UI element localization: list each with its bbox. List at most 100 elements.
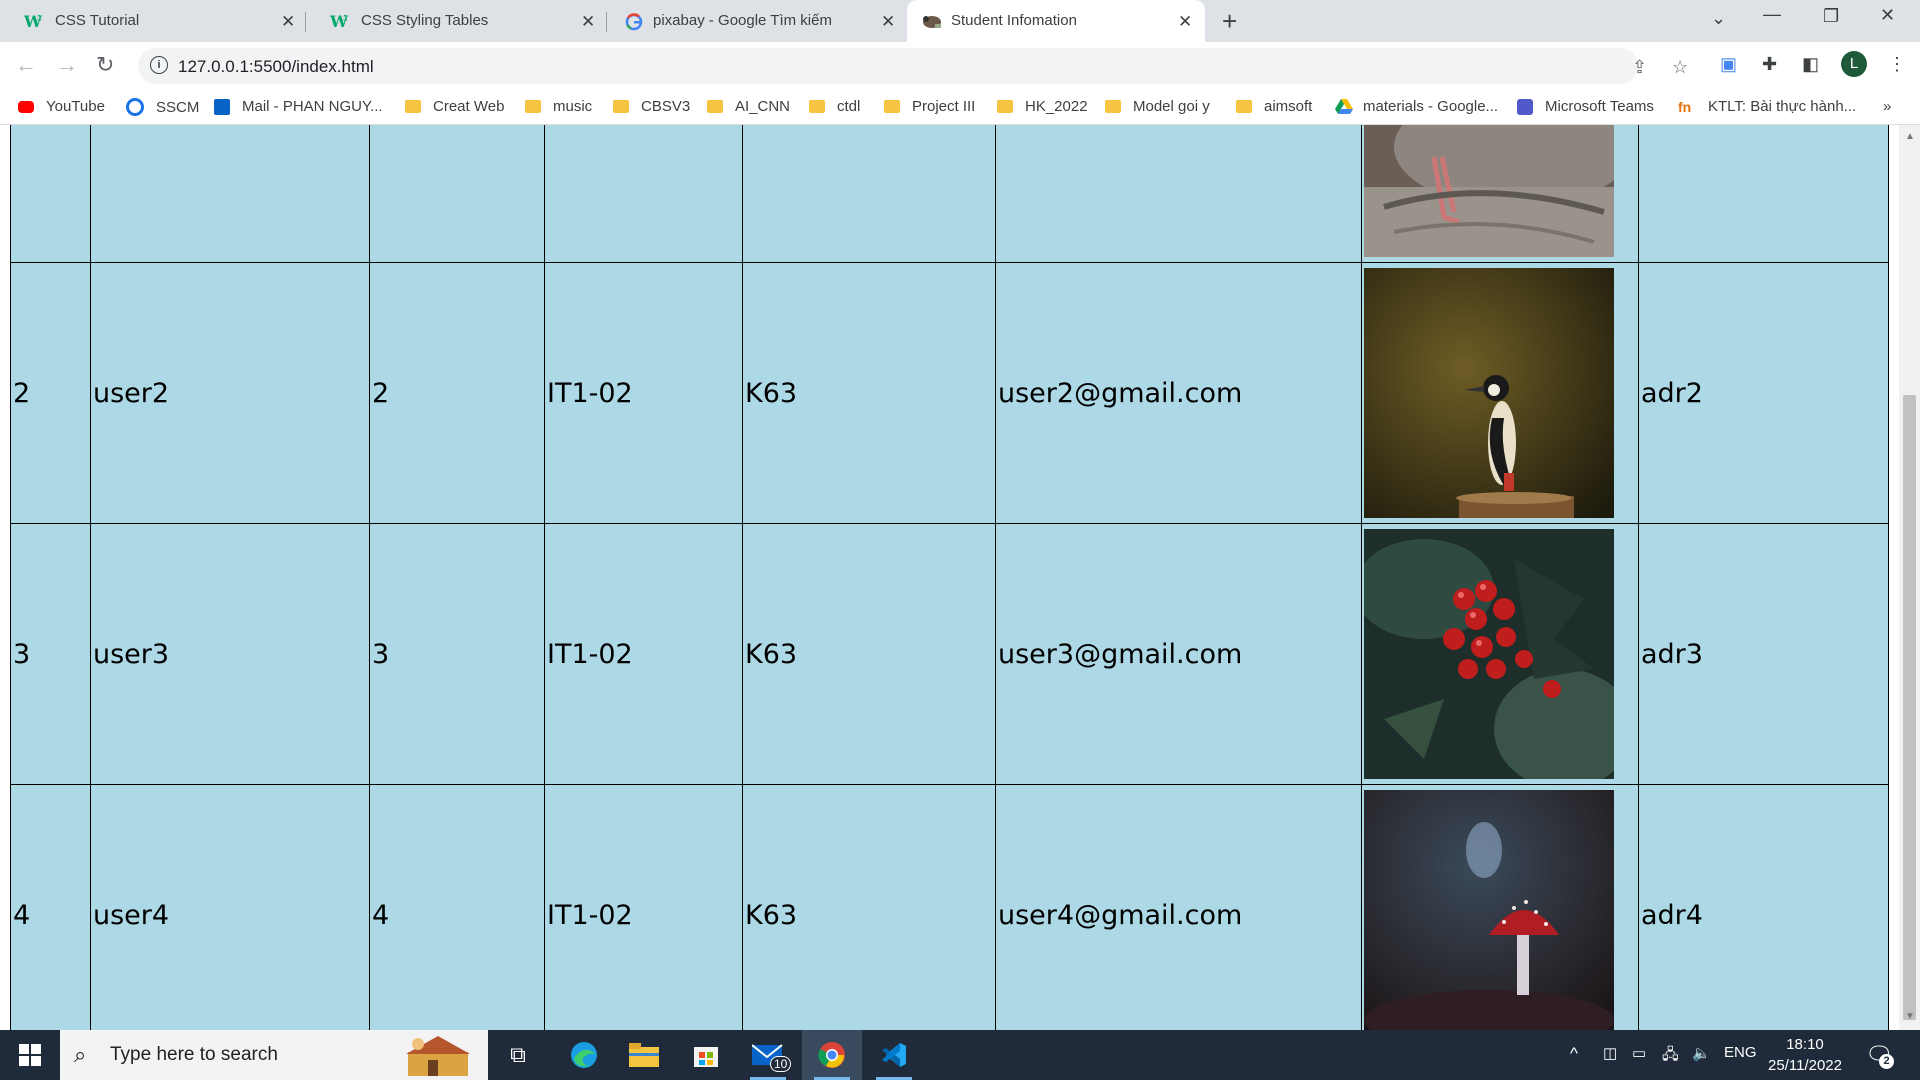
- bookmark-label: YouTube: [46, 98, 105, 115]
- woodpecker-photo: [1364, 268, 1614, 518]
- new-tab-button[interactable]: +: [1222, 6, 1237, 37]
- tab-css-tutorial[interactable]: W3 CSS Tutorial ✕: [0, 0, 305, 42]
- bookmark-sscm[interactable]: SSCM: [126, 98, 199, 116]
- minimize-icon[interactable]: —: [1763, 4, 1781, 25]
- table-row: [10, 125, 1889, 263]
- star-icon[interactable]: ☆: [1672, 57, 1688, 78]
- bookmark-label: Mail - PHAN NGUY...: [242, 98, 383, 115]
- table-row: 3 user3 3 IT1-02 K63 user3@gmail.com adr…: [10, 523, 1889, 785]
- bookmark-label: aimsoft: [1264, 98, 1313, 115]
- bookmark-materials[interactable]: materials - Google...: [1335, 98, 1498, 115]
- close-icon[interactable]: ✕: [581, 12, 595, 32]
- cell-class: IT1-02: [544, 262, 743, 524]
- scroll-up-arrow-icon[interactable]: ▲: [1905, 131, 1915, 142]
- volume-icon[interactable]: 🔈: [1692, 1044, 1711, 1062]
- bookmark-label: Model goi y: [1133, 98, 1210, 115]
- store-icon: [694, 1047, 718, 1067]
- meet-now-icon[interactable]: ◫: [1603, 1044, 1617, 1062]
- folder-icon: [1236, 100, 1252, 113]
- back-icon[interactable]: ←: [15, 52, 37, 78]
- bookmark-music[interactable]: music: [525, 98, 592, 115]
- tab-title: CSS Tutorial: [55, 12, 140, 29]
- close-icon[interactable]: ✕: [881, 12, 895, 32]
- bookmark-label: ctdl: [837, 98, 861, 115]
- folder-icon: [884, 100, 900, 113]
- chrome-app[interactable]: [802, 1030, 862, 1080]
- file-explorer-app[interactable]: [614, 1030, 674, 1080]
- notifications-button[interactable]: 🗨 2: [1865, 1042, 1894, 1069]
- url-text[interactable]: 127.0.0.1:5500/index.html: [178, 57, 374, 77]
- cell-email: user3@gmail.com: [995, 523, 1362, 785]
- tab-title: Student Infomation: [951, 12, 1077, 29]
- info-icon[interactable]: i: [150, 56, 168, 74]
- forward-icon[interactable]: →: [56, 52, 78, 78]
- tab-css-styling-tables[interactable]: W3 CSS Styling Tables ✕: [306, 0, 604, 42]
- w3schools-icon: W3: [329, 12, 349, 31]
- vscode-app[interactable]: [864, 1030, 924, 1080]
- table-row: 4 user4 4 IT1-02 K63 user4@gmail.com adr…: [10, 784, 1889, 1030]
- share-icon[interactable]: ⇪: [1632, 57, 1647, 78]
- bookmark-hk-2022[interactable]: HK_2022: [997, 98, 1088, 115]
- page-viewport: 2 user2 2 IT1-02 K63 user2@gmail.com adr…: [0, 125, 1899, 1030]
- cell-address: adr4: [1638, 784, 1889, 1030]
- restore-icon[interactable]: ❐: [1823, 6, 1839, 27]
- menu-icon[interactable]: ⋮: [1888, 54, 1906, 75]
- more-bookmarks-button[interactable]: »: [1883, 98, 1891, 115]
- bookmark-ai-cnn[interactable]: AI_CNN: [707, 98, 790, 115]
- bookmark-cbsv3[interactable]: CBSV3: [613, 98, 690, 115]
- cell-name: [90, 125, 370, 263]
- extensions-icon[interactable]: ✚: [1762, 54, 1777, 75]
- edge-app[interactable]: [554, 1030, 614, 1080]
- bookmark-ktlt[interactable]: fn KTLT: Bài thực hành...: [1678, 98, 1856, 115]
- bookmark-project-iii[interactable]: Project III: [884, 98, 975, 115]
- svg-text:3: 3: [37, 14, 42, 23]
- scroll-down-arrow-icon[interactable]: ▼: [1905, 1011, 1915, 1022]
- tab-pixabay-search[interactable]: pixabay - Google Tìm kiếm ✕: [607, 0, 905, 42]
- scrollbar-thumb[interactable]: [1903, 395, 1916, 1020]
- bookmark-microsoft-teams[interactable]: Microsoft Teams: [1517, 98, 1654, 115]
- close-icon[interactable]: ✕: [1178, 12, 1192, 32]
- close-window-icon[interactable]: ✕: [1880, 5, 1895, 26]
- cell-photo: [1361, 262, 1639, 524]
- mail-app[interactable]: 10: [738, 1030, 798, 1080]
- tab-title: pixabay - Google Tìm kiếm: [653, 12, 832, 29]
- close-icon[interactable]: ✕: [281, 12, 295, 32]
- search-placeholder: Type here to search: [110, 1044, 278, 1065]
- reload-icon[interactable]: ↻: [96, 52, 114, 78]
- bookmark-youtube[interactable]: YouTube: [18, 98, 105, 115]
- side-panel-icon[interactable]: ◧: [1802, 54, 1819, 75]
- bookmark-label: Creat Web: [433, 98, 505, 115]
- search-icon: ⌕: [74, 1042, 87, 1067]
- google-translate-icon[interactable]: ▣: [1720, 54, 1737, 75]
- taskbar-search-box[interactable]: ⌕ Type here to search: [60, 1030, 488, 1080]
- bookmark-creat-web[interactable]: Creat Web: [405, 98, 504, 115]
- profile-avatar[interactable]: L: [1841, 51, 1867, 77]
- network-icon[interactable]: 🖧: [1662, 1044, 1679, 1069]
- tab-student-infomation[interactable]: Student Infomation ✕: [907, 0, 1205, 42]
- page-scrollbar[interactable]: ▲ ▼: [1899, 125, 1920, 1030]
- cell-photo: [1361, 784, 1639, 1030]
- system-clock[interactable]: 18:10 25/11/2022: [1760, 1034, 1850, 1076]
- folder-icon: [707, 100, 723, 113]
- bookmark-mail[interactable]: Mail - PHAN NGUY...: [214, 98, 383, 115]
- folder-icon: [997, 100, 1013, 113]
- task-view-button[interactable]: ⧉: [488, 1030, 548, 1080]
- cell-id: [10, 125, 91, 263]
- address-bar[interactable]: i 127.0.0.1:5500/index.html ⇪ ☆: [138, 48, 1688, 84]
- bookmark-label: Microsoft Teams: [1545, 98, 1654, 115]
- chevron-down-icon[interactable]: ⌄: [1711, 8, 1726, 29]
- cell-id: 3: [10, 523, 91, 785]
- folder-icon: [629, 1043, 659, 1067]
- chevron-up-icon[interactable]: ^: [1570, 1044, 1578, 1064]
- youtube-icon: [18, 100, 34, 113]
- holly-berries-photo: [1364, 529, 1614, 779]
- start-button[interactable]: [0, 1030, 60, 1080]
- bookmark-model-goi-y[interactable]: Model goi y: [1105, 98, 1210, 115]
- tab-strip: W3 CSS Tutorial ✕ W3 CSS Styling Tables …: [0, 0, 1920, 42]
- bookmark-aimsoft[interactable]: aimsoft: [1236, 98, 1312, 115]
- store-app[interactable]: [676, 1030, 736, 1080]
- language-indicator[interactable]: ENG: [1724, 1044, 1757, 1061]
- google-icon: [625, 13, 643, 31]
- bookmark-ctdl[interactable]: ctdl: [809, 98, 860, 115]
- battery-icon[interactable]: ▭: [1632, 1044, 1646, 1062]
